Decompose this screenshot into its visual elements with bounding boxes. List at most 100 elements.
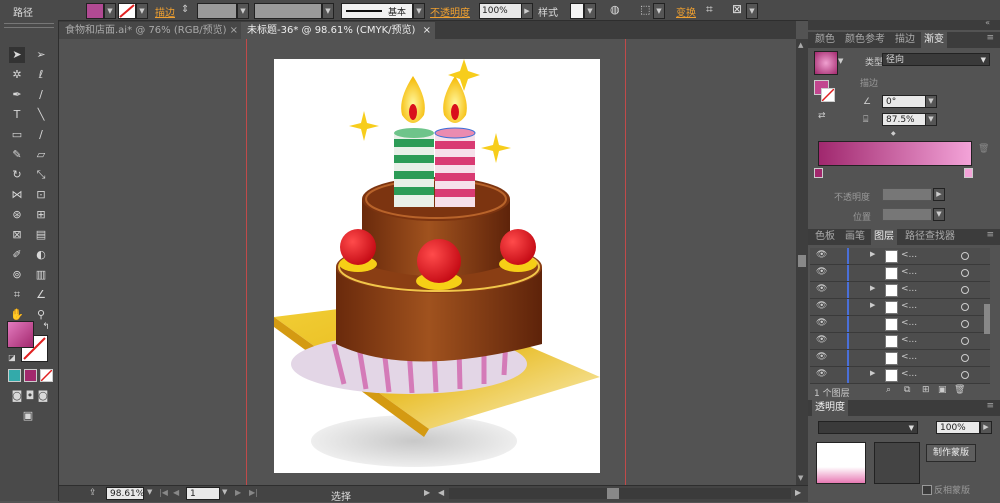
horizontal-scroll-thumb[interactable] bbox=[607, 488, 619, 499]
eye-icon[interactable]: 👁 bbox=[816, 352, 827, 362]
target-icon[interactable] bbox=[961, 320, 969, 328]
target-icon[interactable] bbox=[961, 337, 969, 345]
tab-gradient[interactable]: 渐变 bbox=[921, 32, 947, 48]
locate-object-icon[interactable]: ⌕ bbox=[886, 385, 891, 395]
close-icon[interactable]: × bbox=[423, 22, 431, 39]
layer-row[interactable]: 👁 <... bbox=[810, 316, 990, 333]
eye-icon[interactable]: 👁 bbox=[816, 301, 827, 311]
gradient-type-select[interactable]: 径向 ▼ bbox=[882, 53, 990, 66]
toolbox-grip[interactable] bbox=[4, 23, 54, 28]
stroke-dropdown[interactable]: ▼ bbox=[136, 3, 148, 19]
artboard[interactable] bbox=[274, 59, 600, 473]
stroke-swatch[interactable] bbox=[118, 3, 136, 19]
panel-menu-icon[interactable]: ≡ bbox=[986, 230, 994, 240]
zoom-dropdown-icon[interactable]: ▼ bbox=[147, 488, 152, 496]
expand-icon[interactable]: ▶ bbox=[870, 284, 875, 292]
tab-color-guide[interactable]: 颜色参考 bbox=[842, 32, 888, 48]
panel-menu-icon[interactable]: ≡ bbox=[986, 401, 994, 411]
layer-row[interactable]: 👁 ▶ <... bbox=[810, 367, 990, 384]
target-icon[interactable] bbox=[961, 269, 969, 277]
variable-width-field[interactable] bbox=[254, 3, 322, 19]
isolate-dropdown[interactable]: ▼ bbox=[746, 3, 758, 19]
direct-selection-tool-icon[interactable]: ➢ bbox=[33, 47, 49, 63]
transform-icon[interactable]: ⌗ bbox=[706, 2, 713, 17]
expand-icon[interactable]: ▶ bbox=[870, 301, 875, 309]
paintbrush-tool-icon[interactable]: ∕ bbox=[33, 127, 49, 143]
delete-layer-icon[interactable]: 🗑 bbox=[954, 385, 965, 395]
stop-opacity-dropdown[interactable]: ▶ bbox=[933, 188, 945, 201]
angle-field[interactable]: 0° bbox=[882, 95, 926, 108]
eye-icon[interactable]: 👁 bbox=[816, 318, 827, 328]
status-menu-icon[interactable]: ▶ bbox=[424, 488, 430, 497]
opacity-dropdown[interactable]: ▶ bbox=[521, 3, 533, 19]
panel-menu-icon[interactable]: ≡ bbox=[986, 33, 994, 43]
brush-style-dropdown[interactable]: ▼ bbox=[413, 3, 425, 19]
horizontal-scrollbar[interactable] bbox=[449, 488, 791, 499]
rotate-tool-icon[interactable]: ↻ bbox=[9, 167, 25, 183]
transparency-opacity-field[interactable]: 100% bbox=[936, 421, 980, 434]
variable-width-dropdown[interactable]: ▼ bbox=[322, 3, 334, 19]
opacity-label[interactable]: 不透明度 bbox=[430, 4, 470, 19]
target-icon[interactable] bbox=[961, 286, 969, 294]
mesh-tool-icon[interactable]: ⊠ bbox=[9, 227, 25, 243]
tab-color[interactable]: 颜色 bbox=[812, 32, 838, 48]
reverse-gradient-icon[interactable]: ⇄ bbox=[818, 111, 826, 121]
tab-swatches[interactable]: 色板 bbox=[812, 229, 838, 245]
share-icon[interactable]: ⇪ bbox=[89, 488, 97, 498]
artboard-number-field[interactable]: 1 bbox=[186, 487, 220, 500]
selection-tool-icon[interactable]: ➤ bbox=[9, 47, 25, 63]
transparency-opacity-dropdown[interactable]: ▶ bbox=[980, 421, 992, 434]
layers-scroll-thumb[interactable] bbox=[984, 304, 990, 334]
eye-icon[interactable]: 👁 bbox=[816, 284, 827, 294]
gradient-slider[interactable] bbox=[818, 141, 972, 166]
object-thumbnail[interactable] bbox=[816, 442, 866, 484]
clipping-mask-icon[interactable]: ⧉ bbox=[904, 385, 910, 395]
mask-thumbnail[interactable] bbox=[874, 442, 920, 484]
hscroll-right-icon[interactable]: ▶ bbox=[795, 488, 801, 497]
gradient-stop-start[interactable] bbox=[814, 168, 823, 178]
panel-dock-header[interactable]: « bbox=[808, 18, 1000, 30]
vertical-scroll-thumb[interactable] bbox=[798, 255, 806, 267]
width-tool-icon[interactable]: ⋈ bbox=[9, 187, 25, 203]
stop-position-dropdown[interactable]: ▼ bbox=[933, 208, 945, 221]
blend-mode-select[interactable]: ▼ bbox=[818, 421, 918, 434]
recolor-icon[interactable]: ◍ bbox=[610, 3, 620, 16]
layer-row[interactable]: 👁 <... bbox=[810, 265, 990, 282]
gradient-stop-end[interactable] bbox=[964, 168, 973, 178]
perspective-grid-tool-icon[interactable]: ⊞ bbox=[33, 207, 49, 223]
fill-dropdown[interactable]: ▼ bbox=[104, 3, 116, 19]
curvature-tool-icon[interactable]: ∕ bbox=[33, 87, 49, 103]
scroll-down-icon[interactable]: ▼ bbox=[798, 474, 803, 482]
close-icon[interactable]: × bbox=[230, 22, 238, 39]
slice-tool-icon[interactable]: ∠ bbox=[33, 287, 49, 303]
free-transform-tool-icon[interactable]: ⊡ bbox=[33, 187, 49, 203]
none-mode-icon[interactable] bbox=[40, 369, 53, 382]
canvas-area[interactable] bbox=[59, 39, 796, 485]
new-layer-icon[interactable]: ▣ bbox=[938, 385, 947, 395]
pencil-tool-icon[interactable]: ✎ bbox=[9, 147, 25, 163]
style-dropdown[interactable]: ▼ bbox=[584, 3, 596, 19]
next-artboard-icon[interactable]: ▶ bbox=[235, 488, 241, 497]
first-artboard-icon[interactable]: |◀ bbox=[159, 488, 168, 497]
hscroll-left-icon[interactable]: ◀ bbox=[438, 488, 444, 497]
eye-icon[interactable]: 👁 bbox=[816, 267, 827, 277]
stop-position-field[interactable] bbox=[882, 208, 932, 221]
align-icon[interactable]: ⬚ bbox=[640, 3, 650, 16]
gradient-thumbnail[interactable] bbox=[814, 51, 838, 75]
fill-gradient-swatch[interactable] bbox=[7, 321, 34, 348]
color-mode-icon[interactable] bbox=[8, 369, 21, 382]
prev-artboard-icon[interactable]: ◀ bbox=[173, 488, 179, 497]
stroke-weight-dropdown[interactable]: ▼ bbox=[237, 3, 249, 19]
invert-mask-checkbox[interactable] bbox=[922, 485, 932, 495]
type-tool-icon[interactable]: T bbox=[9, 107, 25, 123]
tab-pathfinder[interactable]: 路径查找器 bbox=[902, 229, 958, 245]
target-icon[interactable] bbox=[961, 371, 969, 379]
symbol-sprayer-tool-icon[interactable]: ⊚ bbox=[9, 267, 25, 283]
gradient-thumbnail-dropdown-icon[interactable]: ▼ bbox=[838, 57, 843, 65]
eye-icon[interactable]: 👁 bbox=[816, 369, 827, 379]
target-icon[interactable] bbox=[961, 354, 969, 362]
blend-tool-icon[interactable]: ◐ bbox=[33, 247, 49, 263]
layer-row[interactable]: 👁 ▶ <... bbox=[810, 282, 990, 299]
layer-row[interactable]: 👁 <... bbox=[810, 333, 990, 350]
magic-wand-icon[interactable]: ✲ bbox=[9, 67, 25, 83]
